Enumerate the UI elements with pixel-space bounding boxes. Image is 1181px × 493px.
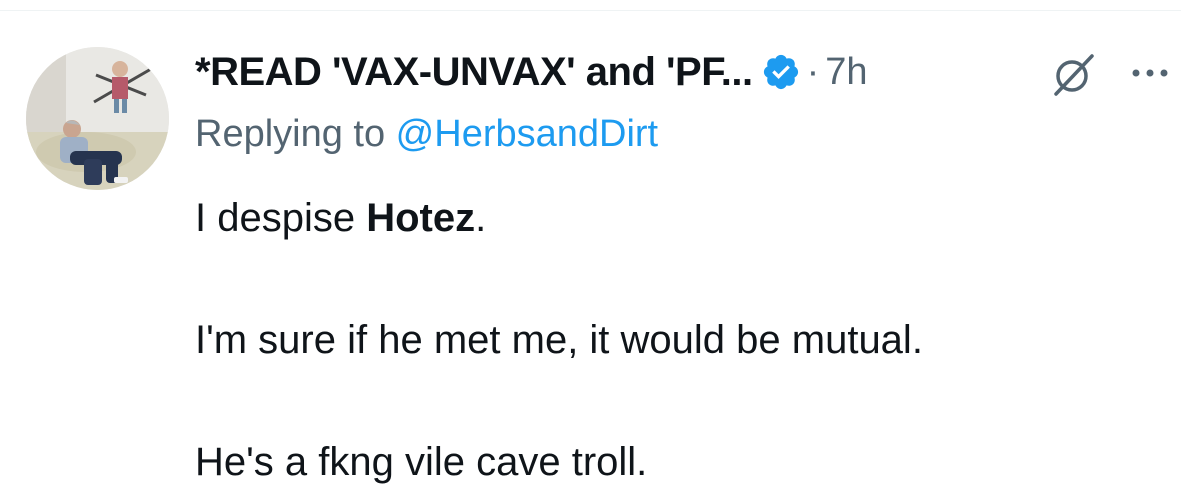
verified-badge-icon[interactable] bbox=[761, 52, 801, 92]
tweet-header: *READ 'VAX-UNVAX' and 'PF... · 7h bbox=[195, 44, 868, 100]
avatar-image bbox=[26, 47, 169, 190]
tweet-text-line-1: I despise Hotez. bbox=[195, 196, 486, 241]
grok-icon[interactable] bbox=[1050, 52, 1096, 98]
reply-mention-link[interactable]: @HerbsandDirt bbox=[396, 113, 658, 155]
tweet-text-segment: . bbox=[475, 196, 487, 240]
top-divider bbox=[0, 10, 1181, 11]
author-display-name[interactable]: *READ 'VAX-UNVAX' and 'PF... bbox=[195, 50, 753, 95]
tweet-text-line-3: He's a fkng vile cave troll. bbox=[195, 440, 648, 484]
tweet-text-segment: I despise bbox=[195, 196, 367, 240]
avatar[interactable] bbox=[26, 47, 169, 190]
timestamp[interactable]: 7h bbox=[825, 51, 867, 94]
tweet-text-bold-name: Hotez bbox=[366, 196, 476, 240]
tweet-text-line-2: I'm sure if he met me, it would be mutua… bbox=[195, 318, 923, 362]
separator-dot: · bbox=[806, 50, 820, 93]
replying-to-label: Replying to bbox=[195, 113, 396, 155]
more-icon[interactable] bbox=[1128, 58, 1178, 88]
replying-to: Replying to @HerbsandDirt bbox=[195, 113, 658, 156]
